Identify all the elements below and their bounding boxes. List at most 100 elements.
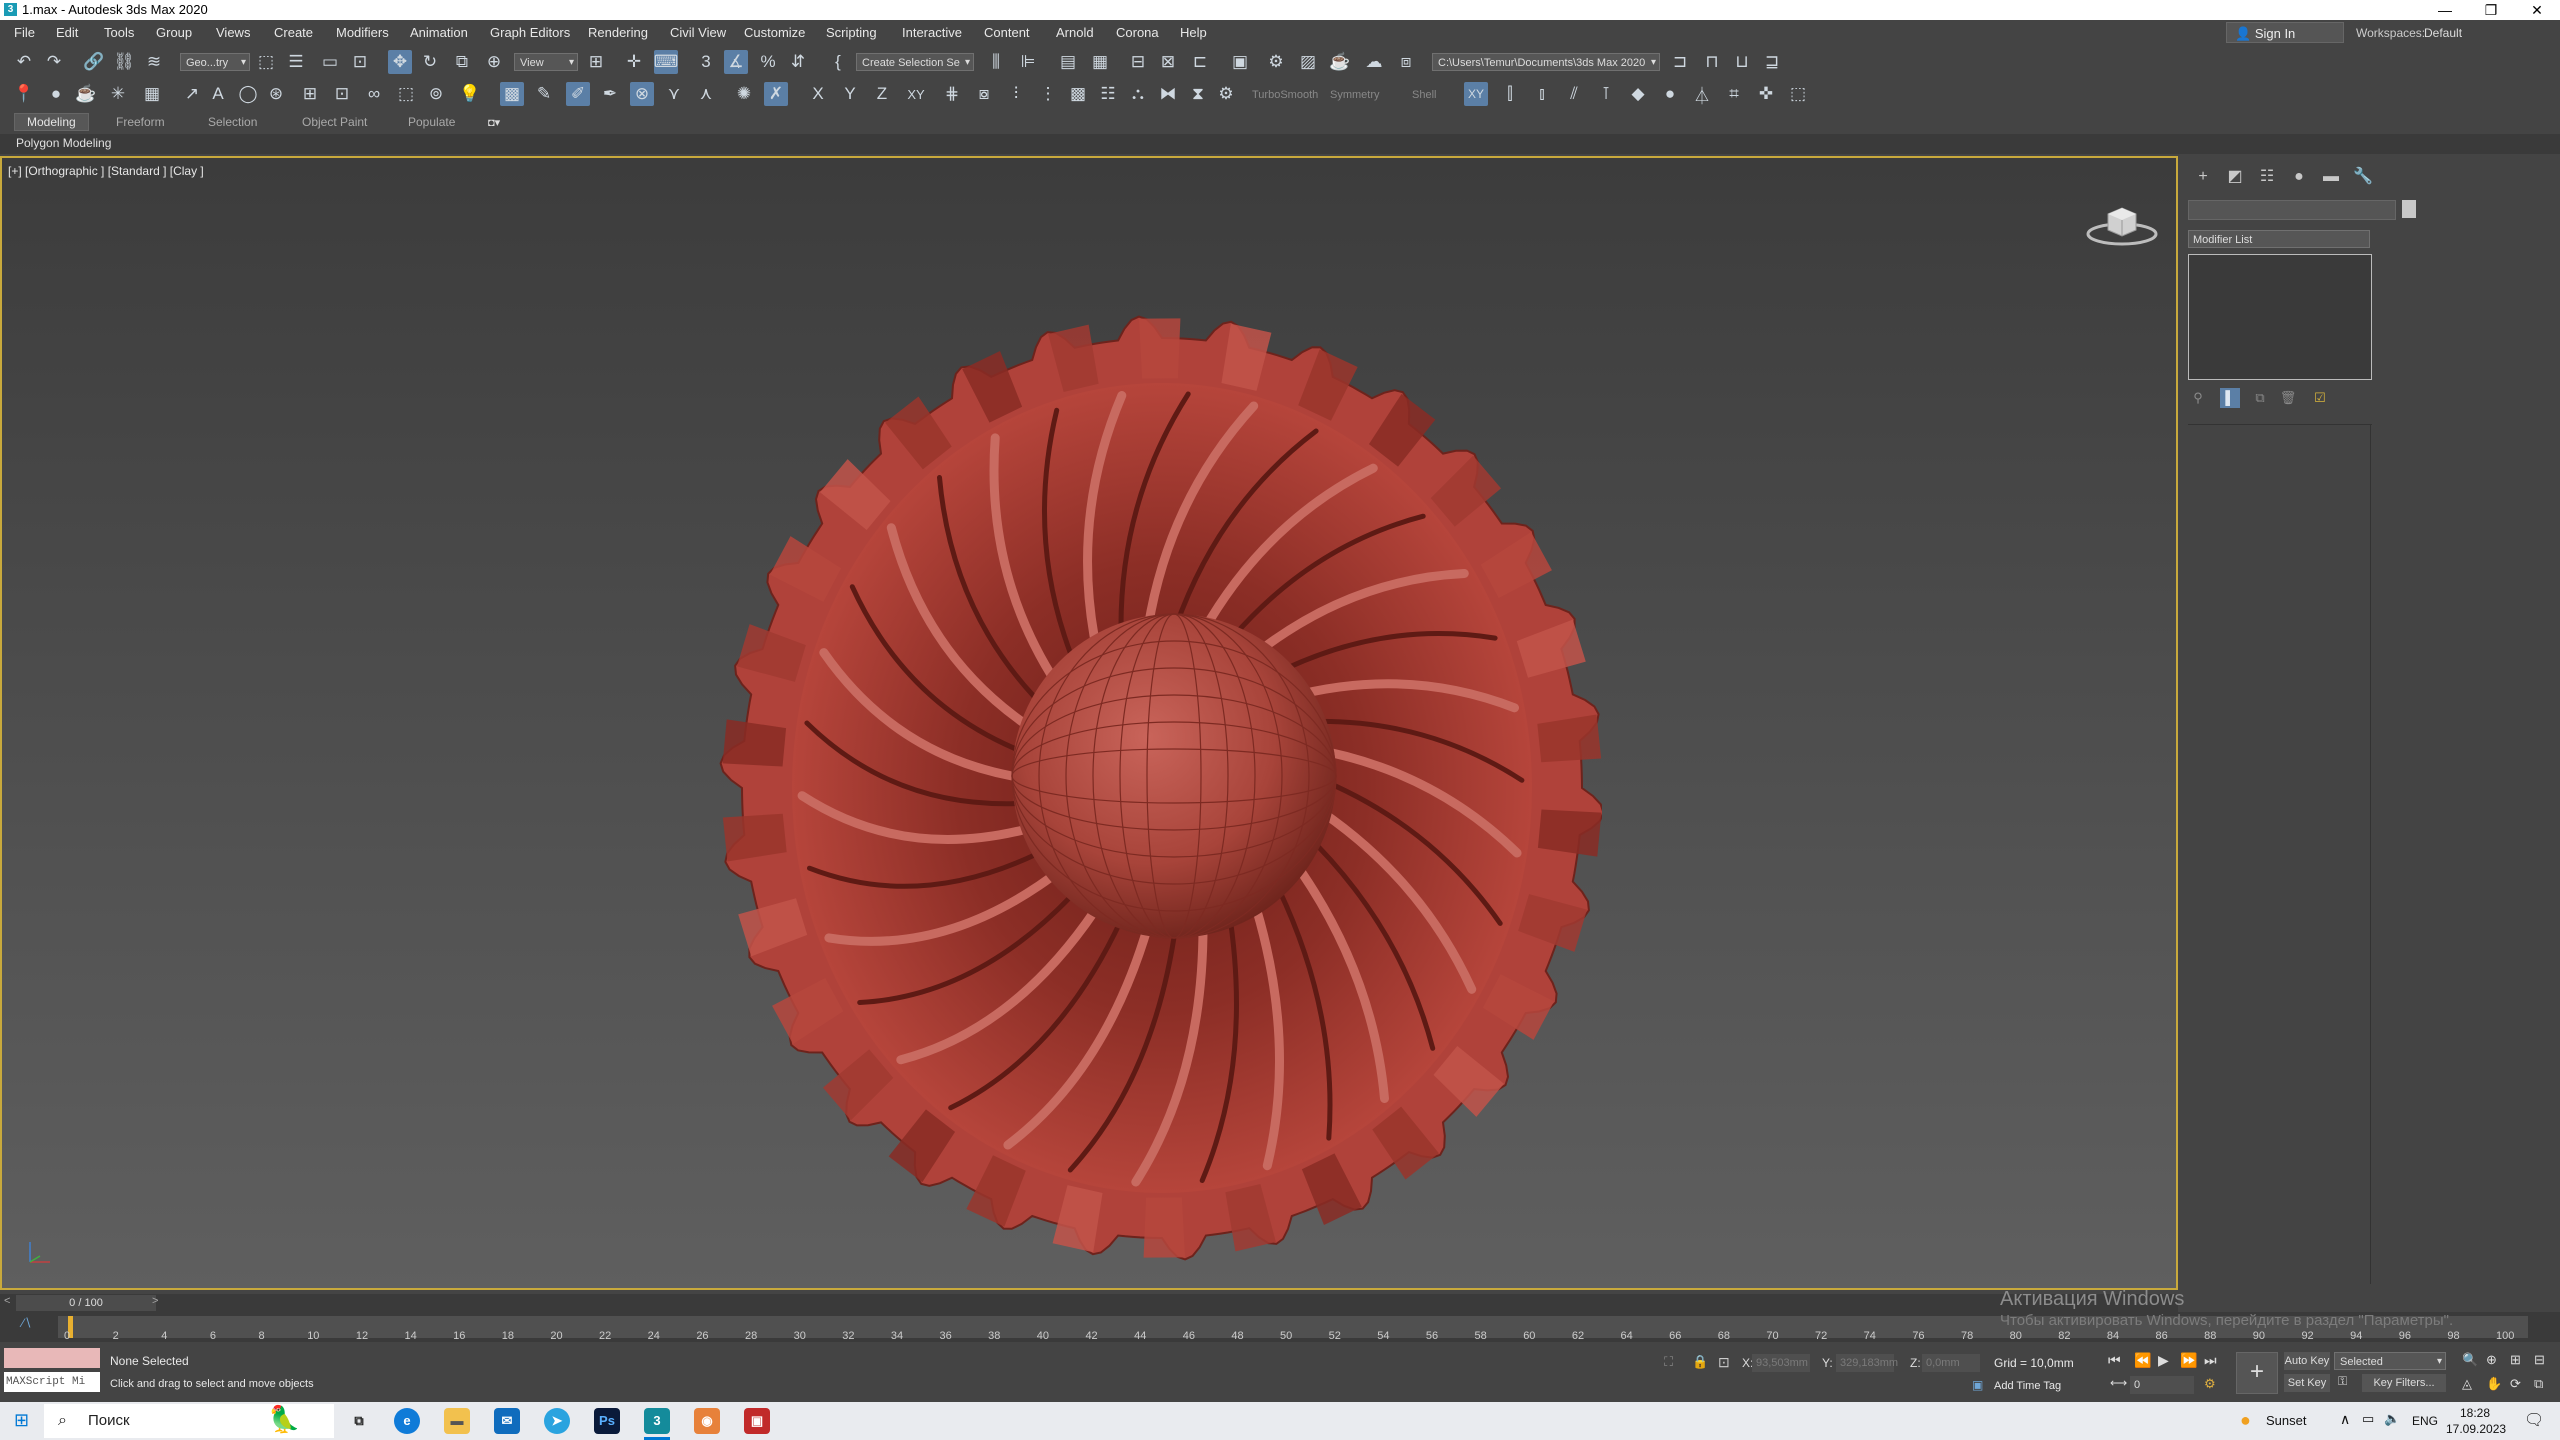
render-frame-icon[interactable]: ⧈ (1394, 50, 1418, 74)
ribbon-tab-populate[interactable]: Populate (408, 115, 455, 129)
select-and-place-icon[interactable]: ⊕ (482, 50, 506, 74)
search-highlight-icon[interactable]: 🦜 (268, 1404, 300, 1435)
previous-frame-icon[interactable]: ⏪ (2134, 1352, 2151, 1369)
field-of-view-icon[interactable]: ◬ (2462, 1376, 2472, 1392)
torus-icon[interactable]: ⊚ (424, 82, 448, 106)
x-coord-field[interactable]: 93,503mm (1752, 1354, 1810, 1372)
menu-scripting[interactable]: Scripting (826, 25, 877, 40)
snap-vertex-icon[interactable]: ✎ (532, 82, 556, 106)
percent-snap-icon[interactable]: % (756, 50, 780, 74)
window-crossing-icon[interactable]: ⊡ (348, 50, 372, 74)
maxscript-mini-listener[interactable]: MAXScript Mi (4, 1372, 100, 1392)
key-mode-dropdown[interactable]: Selected (2334, 1352, 2446, 1371)
panel-scrollbar[interactable] (2370, 424, 2371, 1284)
circle-icon[interactable]: ◯ (236, 82, 260, 106)
lathe-icon[interactable]: ⊺ (1594, 82, 1618, 106)
menu-modifiers[interactable]: Modifiers (336, 25, 389, 40)
viewport-label[interactable]: [+] [Orthographic ] [Standard ] [Clay ] (8, 164, 204, 178)
project-new-icon[interactable]: ⊔ (1730, 50, 1754, 74)
snap-grid-icon[interactable]: ▩ (500, 82, 524, 106)
ribbon-tab-modeling[interactable]: Modeling (14, 113, 89, 131)
mirror-icon[interactable]: ⫼ (984, 50, 1008, 74)
menu-file[interactable]: File (14, 25, 35, 40)
time-tag-icon[interactable]: ▣ (1972, 1378, 1983, 1392)
network-icon[interactable]: ▭ (2362, 1411, 2374, 1427)
close-button[interactable]: ✕ (2514, 0, 2560, 20)
light-icon[interactable]: 💡 (458, 82, 482, 106)
keyboard-shortcut-override-icon[interactable]: ⌨ (654, 50, 678, 74)
constraint-z-button[interactable]: Z (870, 82, 894, 106)
current-frame-field[interactable]: 0 (2130, 1376, 2194, 1394)
viewport-orthographic[interactable]: [+] [Orthographic ] [Standard ] [Clay ] (0, 156, 2178, 1290)
snap-edge-icon[interactable]: ✐ (566, 82, 590, 106)
task-view-icon[interactable]: ⧉ (346, 1408, 372, 1434)
edge-icon[interactable]: e (394, 1408, 420, 1434)
sign-in-button[interactable]: 👤 Sign In (2226, 22, 2344, 43)
tray-chevron-icon[interactable]: ∧ (2340, 1411, 2350, 1428)
time-slider-thumb[interactable]: 0 / 100 (16, 1295, 156, 1311)
utilities-tab-icon[interactable]: 🔧 (2350, 166, 2376, 188)
modify-tab-icon[interactable]: ◩ (2222, 166, 2248, 188)
menu-arnold[interactable]: Arnold (1056, 25, 1094, 40)
spinner-snap-icon[interactable]: ⇵ (786, 50, 810, 74)
array-icon[interactable]: ⋕ (940, 82, 964, 106)
y-coord-field[interactable]: 329,183mm (1836, 1354, 1898, 1372)
named-selection-dropdown[interactable]: Create Selection Se (856, 53, 974, 72)
flower-gear-model[interactable] (702, 268, 1602, 1288)
orbit-icon[interactable]: ⟳ (2510, 1376, 2521, 1392)
project-settings-icon[interactable]: ⊒ (1760, 50, 1784, 74)
select-and-scale-icon[interactable]: ⧉ (450, 50, 474, 74)
go-to-start-icon[interactable]: ⏮ (2108, 1352, 2121, 1369)
box-icon[interactable]: ⊡ (330, 82, 354, 106)
zoom-all-icon[interactable]: ⊕ (2486, 1352, 2497, 1368)
lock-selection-icon[interactable]: 🔒 (1692, 1354, 1708, 1370)
column-icon[interactable]: ⫾ (1530, 82, 1554, 106)
spacing-icon[interactable]: ⫶ (1004, 82, 1028, 106)
ribbon-options-icon[interactable]: ◘▾ (488, 116, 500, 129)
constraint-y-button[interactable]: Y (838, 82, 862, 106)
ribbon-toggle-icon[interactable]: ⊟ (1126, 50, 1150, 74)
time-prev-icon[interactable]: < (4, 1295, 10, 1307)
selection-filter-dropdown[interactable]: Geo...try (180, 53, 250, 72)
snap-pivot-icon[interactable]: ⊗ (630, 82, 654, 106)
edit-named-selection-icon[interactable]: { (826, 50, 850, 74)
language-indicator[interactable]: ENG (2412, 1414, 2438, 1428)
render-production-icon[interactable]: ☕ (1328, 50, 1352, 74)
pin-icon[interactable]: 📍 (12, 82, 36, 106)
menu-group[interactable]: Group (156, 25, 192, 40)
menu-corona[interactable]: Corona (1116, 25, 1159, 40)
sunset-weather-icon[interactable]: ● (2240, 1410, 2251, 1431)
layer-explorer-icon[interactable]: ▦ (1088, 50, 1112, 74)
clock-time[interactable]: 18:28 (2460, 1406, 2490, 1420)
mail-icon[interactable]: ✉ (494, 1408, 520, 1434)
cone-icon[interactable]: ⏃ (1690, 82, 1714, 106)
constraint-x-button[interactable]: X (806, 82, 830, 106)
snapshot-icon[interactable]: ⋮ (1036, 82, 1060, 106)
maximize-viewport-icon[interactable]: ⧉ (2534, 1376, 2543, 1392)
snap-endpoint-icon[interactable]: ⋎ (662, 82, 686, 106)
sphere-wire-icon[interactable]: ⊛ (264, 82, 288, 106)
notifications-icon[interactable]: 🗨 (2524, 1410, 2544, 1430)
undo-icon[interactable]: ↶ (12, 50, 36, 74)
render-setup-icon[interactable]: ⚙ (1264, 50, 1288, 74)
checker-icon[interactable]: ▩ (1066, 82, 1090, 106)
link-chain-icon[interactable]: ∞ (362, 82, 386, 106)
crop-icon[interactable]: ⌗ (1722, 82, 1746, 106)
hierarchy-tab-icon[interactable]: ☷ (2254, 166, 2280, 188)
compound-icon[interactable]: ⛬ (1126, 82, 1150, 106)
select-and-rotate-icon[interactable]: ↻ (418, 50, 442, 74)
menu-help[interactable]: Help (1180, 25, 1207, 40)
start-windows-icon[interactable]: ⊞ (14, 1410, 29, 1431)
pin-stack-icon[interactable]: ⚲ (2188, 388, 2208, 408)
sphere-blue-icon[interactable]: ● (1658, 82, 1682, 106)
redo-icon[interactable]: ↷ (42, 50, 66, 74)
isolate-selection-icon[interactable]: ⛶ (1664, 1354, 1673, 1370)
scene-explorer-icon[interactable]: ▤ (1056, 50, 1080, 74)
motion-tab-icon[interactable]: ● (2286, 166, 2312, 188)
brush-icon[interactable]: ↗ (180, 82, 204, 106)
z-coord-field[interactable]: 0,0mm (1922, 1354, 1980, 1372)
constraint-xy-button[interactable]: XY (904, 82, 928, 106)
menu-civil-view[interactable]: Civil View (670, 25, 726, 40)
scatter-icon[interactable]: ☷ (1096, 82, 1120, 106)
maxscript-listener[interactable] (4, 1348, 100, 1368)
